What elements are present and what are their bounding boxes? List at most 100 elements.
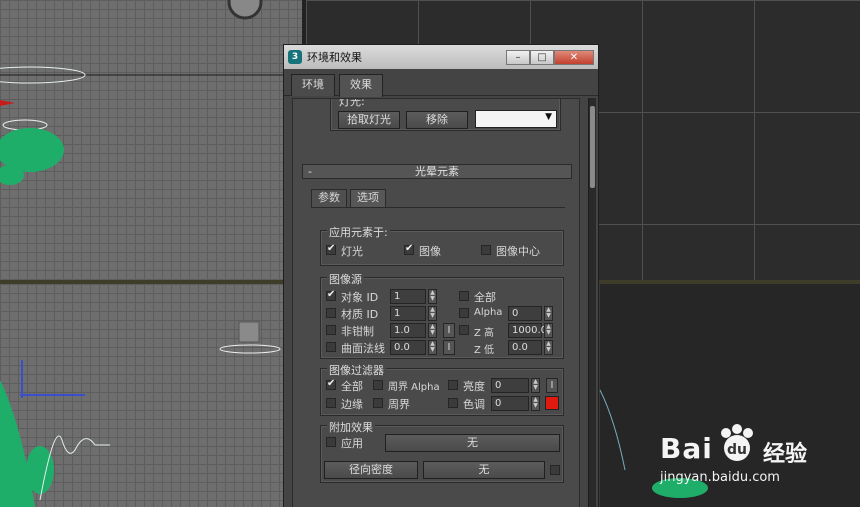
- close-button[interactable]: ✕: [554, 49, 594, 65]
- filter-all-checkbox[interactable]: [326, 378, 336, 390]
- image-filter-title: 图像过滤器: [327, 362, 386, 378]
- z-low-field[interactable]: 0.0: [508, 340, 542, 355]
- edge-checkbox[interactable]: [326, 398, 336, 408]
- watermark-url: jingyan.baidu.com: [660, 470, 780, 485]
- dropdown-arrow-icon: ▼: [545, 112, 552, 122]
- 3dsmax-app-icon: 3: [288, 50, 302, 64]
- subtab-options[interactable]: 选项: [350, 189, 386, 207]
- maximize-button[interactable]: □: [530, 49, 554, 65]
- brightness-field[interactable]: 0: [491, 378, 529, 393]
- material-id-checkbox[interactable]: [326, 308, 336, 318]
- remove-light-button[interactable]: 移除: [406, 111, 468, 129]
- alpha-label: Alpha: [474, 307, 503, 318]
- image-center-checkbox[interactable]: [481, 245, 491, 255]
- surface-normal-i-button[interactable]: I: [443, 340, 455, 355]
- hue-label: 色调: [463, 398, 485, 411]
- image-checkbox[interactable]: [404, 243, 414, 255]
- dialog-scrollbar[interactable]: [588, 98, 596, 507]
- lights-checkbox[interactable]: [326, 243, 336, 255]
- lights-dropdown[interactable]: ▼: [475, 110, 557, 128]
- light-object-icon[interactable]: [238, 321, 260, 343]
- perimeter-alpha-label: 周界 Alpha: [388, 382, 440, 393]
- map-none-button[interactable]: 无: [385, 434, 560, 452]
- unclamped-checkbox[interactable]: [326, 325, 336, 335]
- unclamped-field[interactable]: 1.0: [390, 323, 426, 338]
- surface-normal-field[interactable]: 0.0: [390, 340, 426, 355]
- svg-text:du: du: [727, 442, 747, 458]
- brightness-label: 亮度: [463, 380, 485, 393]
- unclamped-spinner[interactable]: ▲ ▼: [428, 323, 437, 338]
- title-bar[interactable]: 3 环境和效果 – □ ✕: [284, 45, 598, 69]
- z-high-label: Z 高: [474, 328, 495, 339]
- radial-density-button[interactable]: 径向密度: [324, 461, 418, 479]
- perimeter-checkbox[interactable]: [373, 398, 383, 408]
- tab-environment[interactable]: 环境: [291, 74, 335, 96]
- unclamped-i-button[interactable]: I: [443, 323, 455, 338]
- brightness-checkbox[interactable]: [448, 380, 458, 390]
- object-id-checkbox[interactable]: [326, 289, 336, 301]
- image-label: 图像: [419, 245, 441, 258]
- apply-label: 应用: [341, 437, 363, 450]
- z-high-spinner[interactable]: ▲ ▼: [544, 323, 553, 338]
- image-source-title: 图像源: [327, 271, 364, 287]
- perimeter-label: 周界: [388, 398, 410, 411]
- density-map-none-button[interactable]: 无: [423, 461, 545, 479]
- whole-checkbox[interactable]: [459, 291, 469, 301]
- hue-checkbox[interactable]: [448, 398, 458, 408]
- additional-effects-title: 附加效果: [327, 419, 375, 435]
- light-ring-3: [219, 344, 281, 354]
- hue-spinner[interactable]: ▲ ▼: [531, 396, 540, 411]
- z-high-checkbox[interactable]: [459, 325, 469, 335]
- z-low-label: Z 低: [474, 345, 495, 356]
- subtab-divider: [311, 207, 565, 208]
- environment-effects-dialog: 3 环境和效果 – □ ✕ 环境 效果 灯光: 拾取灯光 移除 ▼ - 光晕元素…: [283, 44, 599, 507]
- brightness-i-button[interactable]: I: [546, 378, 558, 393]
- perimeter-alpha-checkbox[interactable]: [373, 380, 383, 390]
- curve-right: [599, 389, 626, 471]
- z-high-field[interactable]: 1000.0: [508, 323, 547, 338]
- alpha-field[interactable]: 0: [508, 306, 542, 321]
- pick-light-button[interactable]: 拾取灯光: [338, 111, 400, 129]
- effects-panel: 灯光: 拾取灯光 移除 ▼ - 光晕元素 参数 选项 应用元素于: 灯光 图像 …: [292, 98, 580, 507]
- lights-label: 灯光: [341, 245, 363, 258]
- particle-cloud: [0, 128, 64, 185]
- lens-element-rollout-header[interactable]: - 光晕元素: [302, 164, 572, 179]
- dialog-title: 环境和效果: [307, 51, 362, 64]
- image-center-label: 图像中心: [496, 245, 540, 258]
- watermark-logo-text: Bai: [660, 432, 713, 465]
- material-id-field[interactable]: 1: [390, 306, 426, 321]
- brightness-spinner[interactable]: ▲ ▼: [531, 378, 540, 393]
- lights-group-title: 灯光:: [337, 99, 367, 109]
- material-id-spinner[interactable]: ▲ ▼: [428, 306, 437, 321]
- red-marker: [0, 100, 15, 106]
- baidu-watermark: Bai du 经验 jingyan.baidu.com: [660, 424, 860, 492]
- whole-label: 全部: [474, 291, 496, 304]
- minimize-button[interactable]: –: [506, 49, 530, 65]
- paw-icon: du: [721, 424, 753, 461]
- surface-normal-spinner[interactable]: ▲ ▼: [428, 340, 437, 355]
- edge-label: 边缘: [341, 398, 363, 411]
- density-checkbox[interactable]: [550, 465, 560, 475]
- surface-normal-checkbox[interactable]: [326, 342, 336, 352]
- hue-color-swatch[interactable]: [545, 396, 559, 410]
- filter-all-label: 全部: [341, 380, 363, 393]
- watermark-cn-text: 经验: [763, 442, 808, 467]
- apply-checkbox[interactable]: [326, 437, 336, 447]
- viewcube-icon[interactable]: [227, 0, 263, 20]
- tab-effects[interactable]: 效果: [339, 74, 383, 97]
- rollout-title: 光晕元素: [415, 165, 459, 178]
- subtab-parameters[interactable]: 参数: [311, 189, 347, 207]
- alpha-spinner[interactable]: ▲ ▼: [544, 306, 553, 321]
- z-low-spinner[interactable]: ▲ ▼: [544, 340, 553, 355]
- dialog-tabs: 环境 效果: [284, 69, 598, 97]
- surface-normal-label: 曲面法线: [341, 342, 385, 355]
- collapse-icon: -: [308, 165, 312, 178]
- unclamped-label: 非钳制: [341, 325, 374, 338]
- scrollbar-thumb[interactable]: [590, 106, 595, 188]
- alpha-checkbox[interactable]: [459, 308, 469, 318]
- object-id-label: 对象 ID: [341, 291, 379, 304]
- particle-cloud-bottom: [0, 380, 54, 507]
- object-id-field[interactable]: 1: [390, 289, 426, 304]
- hue-field[interactable]: 0: [491, 396, 529, 411]
- object-id-spinner[interactable]: ▲ ▼: [428, 289, 437, 304]
